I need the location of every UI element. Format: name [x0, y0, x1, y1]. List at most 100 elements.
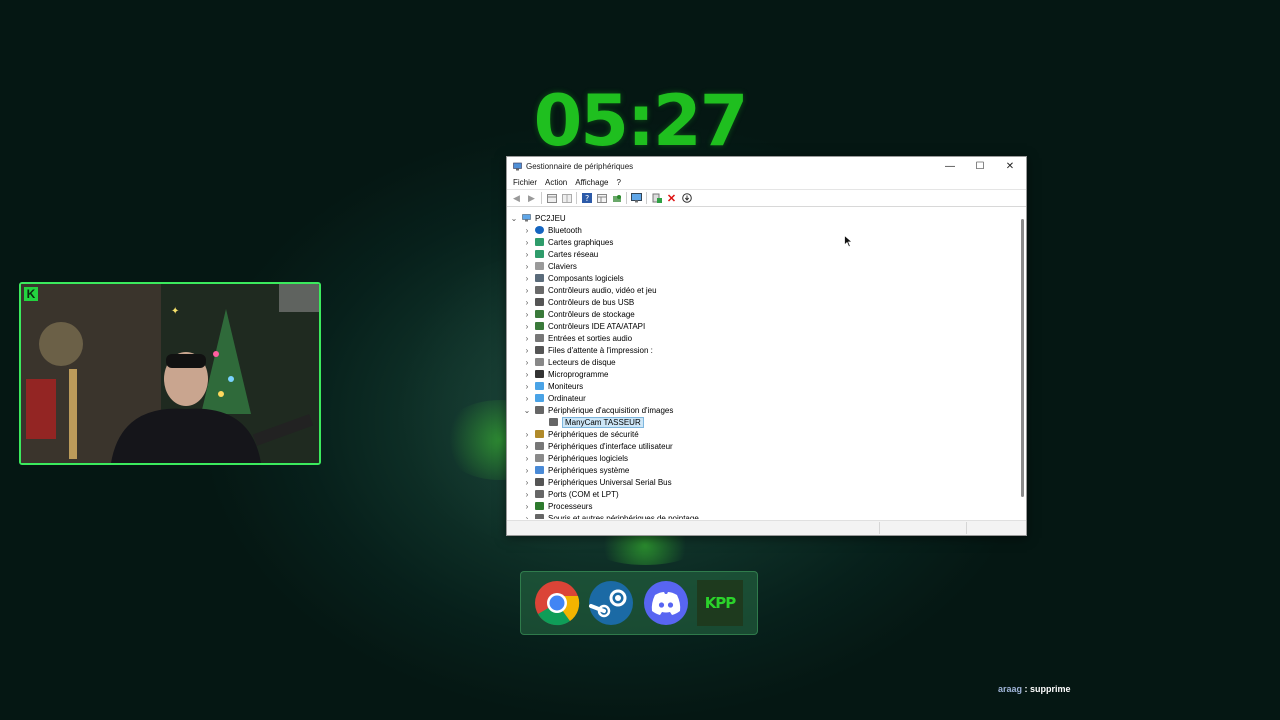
chevron-right-icon[interactable]: ›: [523, 322, 531, 331]
chevron-right-icon[interactable]: ›: [523, 286, 531, 295]
chevron-right-icon[interactable]: ›: [523, 466, 531, 475]
discord-icon[interactable]: [643, 580, 689, 626]
maximize-button[interactable]: ☐: [965, 157, 995, 175]
device-manager-window: Gestionnaire de périphériques — ☐ ✕ Fich…: [506, 156, 1027, 536]
chat-separator: :: [1022, 684, 1031, 694]
tree-item-label: ManyCam TASSEUR: [562, 416, 644, 428]
chevron-right-icon[interactable]: ›: [523, 514, 531, 520]
tree-item-label: Bluetooth: [548, 225, 582, 235]
chevron-down-icon[interactable]: ⌄: [510, 214, 518, 223]
security-icon: [535, 430, 544, 438]
chevron-right-icon[interactable]: ›: [523, 394, 531, 403]
toolbar-separator: [541, 192, 542, 204]
tree-item-label: Ordinateur: [548, 393, 586, 403]
chevron-right-icon[interactable]: ›: [523, 334, 531, 343]
tree-category[interactable]: › Périphériques système: [523, 464, 630, 476]
menu-fichier[interactable]: Fichier: [509, 178, 541, 187]
tree-child-item[interactable]: ManyCam TASSEUR: [537, 416, 644, 428]
tree-item-label: Contrôleurs de bus USB: [548, 297, 635, 307]
tree-category[interactable]: › Contrôleurs audio, vidéo et jeu: [523, 284, 657, 296]
kpp-icon[interactable]: KPP: [697, 580, 743, 626]
toolbar-separator: [576, 192, 577, 204]
tree-category[interactable]: › Contrôleurs de bus USB: [523, 296, 635, 308]
chevron-down-icon[interactable]: ⌄: [523, 406, 531, 415]
window-title: Gestionnaire de périphériques: [526, 161, 634, 171]
forward-arrow-icon[interactable]: ▶: [526, 193, 537, 204]
chevron-right-icon[interactable]: ›: [523, 490, 531, 499]
tree-category[interactable]: › Contrôleurs IDE ATA/ATAPI: [523, 320, 646, 332]
chevron-right-icon[interactable]: ›: [523, 346, 531, 355]
tree-category[interactable]: › Ordinateur: [523, 392, 586, 404]
tree-category[interactable]: ⌄ Périphérique d'acquisition d'images: [523, 404, 674, 416]
menu-help[interactable]: ?: [612, 178, 624, 187]
tree-category[interactable]: › Entrées et sorties audio: [523, 332, 632, 344]
add-driver-icon[interactable]: [651, 193, 662, 204]
firmware-icon: [535, 370, 544, 378]
chevron-right-icon[interactable]: ›: [523, 454, 531, 463]
chevron-right-icon[interactable]: ›: [523, 262, 531, 271]
chevron-right-icon[interactable]: ›: [523, 298, 531, 307]
bluetooth-icon: [535, 226, 544, 234]
tree-category[interactable]: › Composants logiciels: [523, 272, 624, 284]
tree-category[interactable]: › Ports (COM et LPT): [523, 488, 619, 500]
vertical-scrollbar[interactable]: [1021, 219, 1024, 497]
processor-icon: [535, 502, 544, 510]
kick-logo: K: [24, 287, 38, 301]
disable-device-icon[interactable]: [681, 193, 692, 204]
update-driver-icon[interactable]: [611, 193, 622, 204]
tree-category[interactable]: › Périphériques Universal Serial Bus: [523, 476, 672, 488]
tree-root[interactable]: ⌄ PC2JEU: [510, 212, 566, 224]
back-arrow-icon[interactable]: ◀: [511, 193, 522, 204]
help-icon[interactable]: ?: [581, 193, 592, 204]
menu-action[interactable]: Action: [541, 178, 571, 187]
tree-item-label: Périphériques logiciels: [548, 453, 629, 463]
chevron-right-icon[interactable]: ›: [523, 310, 531, 319]
tree-category[interactable]: › Moniteurs: [523, 380, 583, 392]
tree-category[interactable]: › Claviers: [523, 260, 577, 272]
properties-grid-icon[interactable]: [561, 193, 572, 204]
properties-icon[interactable]: [596, 193, 607, 204]
close-button[interactable]: ✕: [995, 157, 1025, 175]
chrome-icon[interactable]: [534, 580, 580, 626]
tree-category[interactable]: › Périphériques logiciels: [523, 452, 628, 464]
chevron-right-icon[interactable]: ›: [523, 478, 531, 487]
device-manager-icon: [513, 162, 522, 170]
tree-item-label: Microprogramme: [548, 369, 609, 379]
show-hide-tree-icon[interactable]: [546, 193, 557, 204]
tree-category[interactable]: › Files d'attente à l'impression :: [523, 344, 653, 356]
minimize-button[interactable]: —: [935, 157, 965, 175]
tree-category[interactable]: › Souris et autres périphériques de point…: [523, 512, 699, 519]
audio-icon: [535, 286, 544, 294]
keyboard-icon: [535, 262, 544, 270]
chevron-right-icon[interactable]: ›: [523, 442, 531, 451]
chevron-right-icon[interactable]: ›: [523, 370, 531, 379]
title-bar[interactable]: Gestionnaire de périphériques — ☐ ✕: [507, 157, 1026, 175]
scan-hardware-icon[interactable]: [631, 193, 642, 204]
tree-category[interactable]: › Processeurs: [523, 500, 593, 512]
network-adapter-icon: [535, 250, 544, 258]
tree-item-label: Moniteurs: [548, 381, 584, 391]
ide-icon: [535, 322, 544, 330]
tree-item-label: Contrôleurs IDE ATA/ATAPI: [548, 321, 646, 331]
chevron-right-icon[interactable]: ›: [523, 502, 531, 511]
chevron-right-icon[interactable]: ›: [523, 250, 531, 259]
menu-affichage[interactable]: Affichage: [571, 178, 612, 187]
disk-icon: [535, 358, 544, 366]
tree-category[interactable]: › Périphériques d'interface utilisateur: [523, 440, 673, 452]
tree-category[interactable]: › Contrôleurs de stockage: [523, 308, 635, 320]
tree-item-label: Ports (COM et LPT): [548, 489, 619, 499]
chevron-right-icon[interactable]: ›: [523, 238, 531, 247]
tree-category[interactable]: › Périphériques de sécurité: [523, 428, 639, 440]
chevron-right-icon[interactable]: ›: [523, 430, 531, 439]
tree-category[interactable]: › Lecteurs de disque: [523, 356, 616, 368]
chevron-right-icon[interactable]: ›: [523, 226, 531, 235]
tree-category[interactable]: › Bluetooth: [523, 224, 582, 236]
chevron-right-icon[interactable]: ›: [523, 382, 531, 391]
steam-icon[interactable]: [588, 580, 634, 626]
tree-category[interactable]: › Cartes graphiques: [523, 236, 614, 248]
tree-category[interactable]: › Microprogramme: [523, 368, 609, 380]
tree-category[interactable]: › Cartes réseau: [523, 248, 599, 260]
chevron-right-icon[interactable]: ›: [523, 274, 531, 283]
uninstall-icon[interactable]: ✕: [666, 193, 677, 205]
chevron-right-icon[interactable]: ›: [523, 358, 531, 367]
